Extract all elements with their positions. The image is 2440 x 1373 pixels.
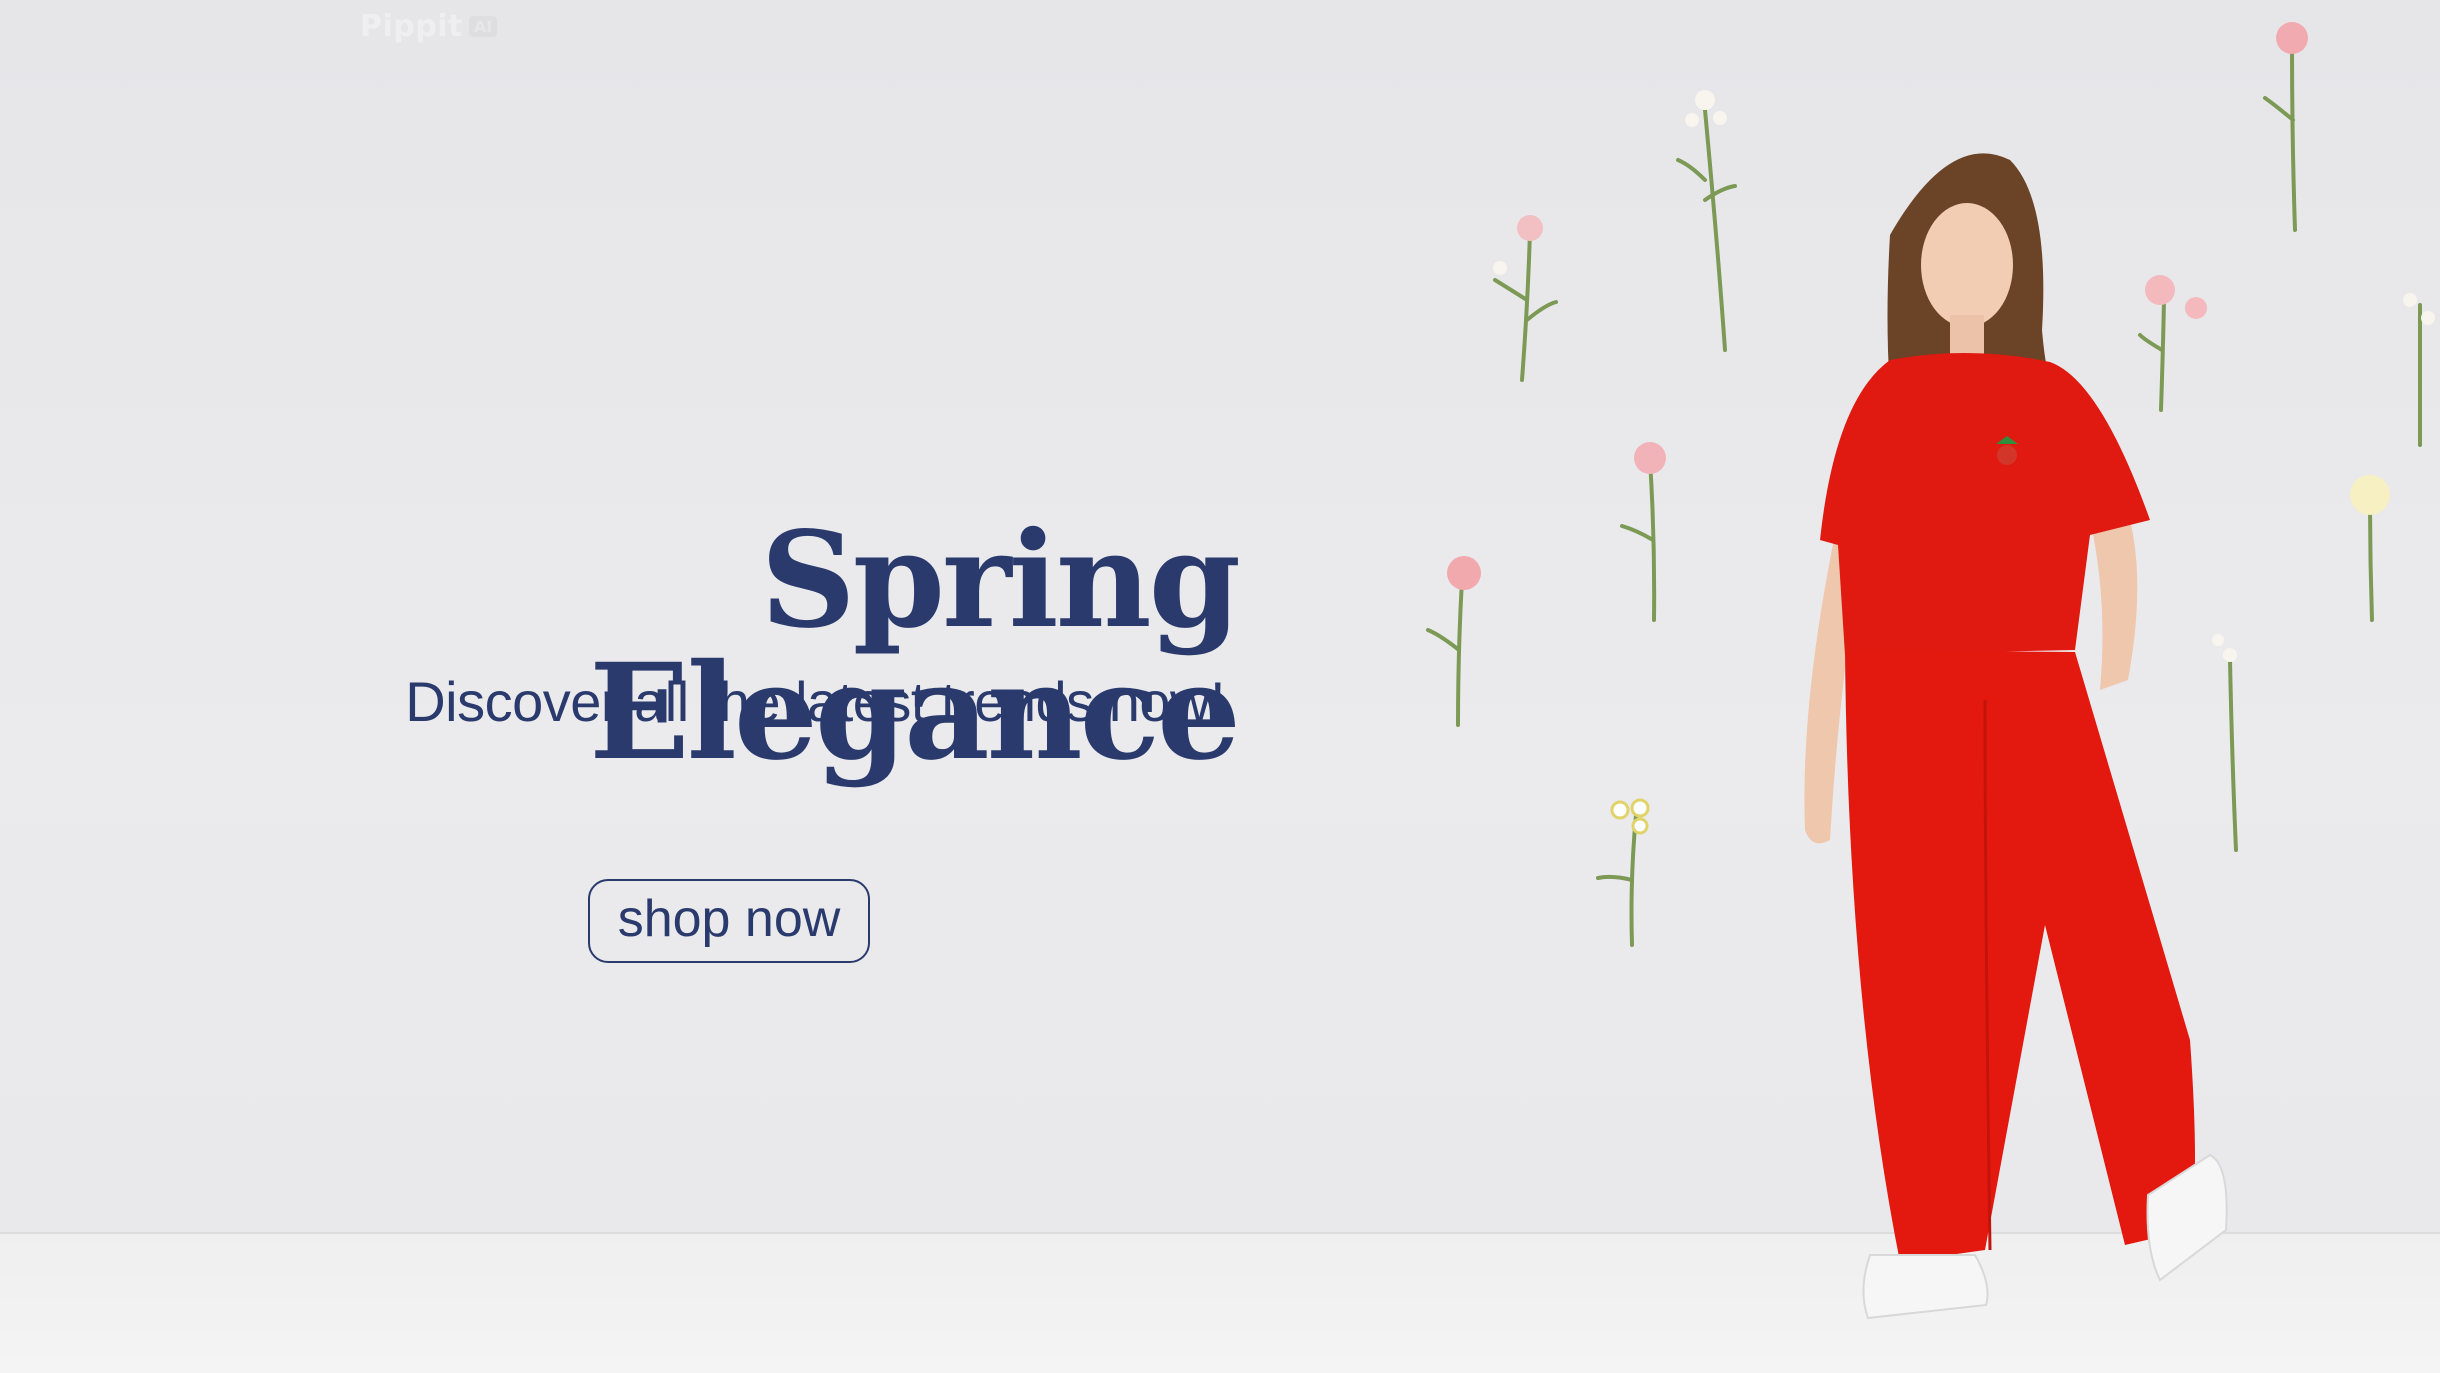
- subtitle: Discover all the latest trends now!: [405, 670, 1225, 733]
- hero-banner: Pippit AI Spring Elegance Discover all t…: [0, 0, 2440, 1373]
- headline: Spring Elegance: [589, 503, 1241, 790]
- shop-now-button[interactable]: shop now: [588, 879, 870, 963]
